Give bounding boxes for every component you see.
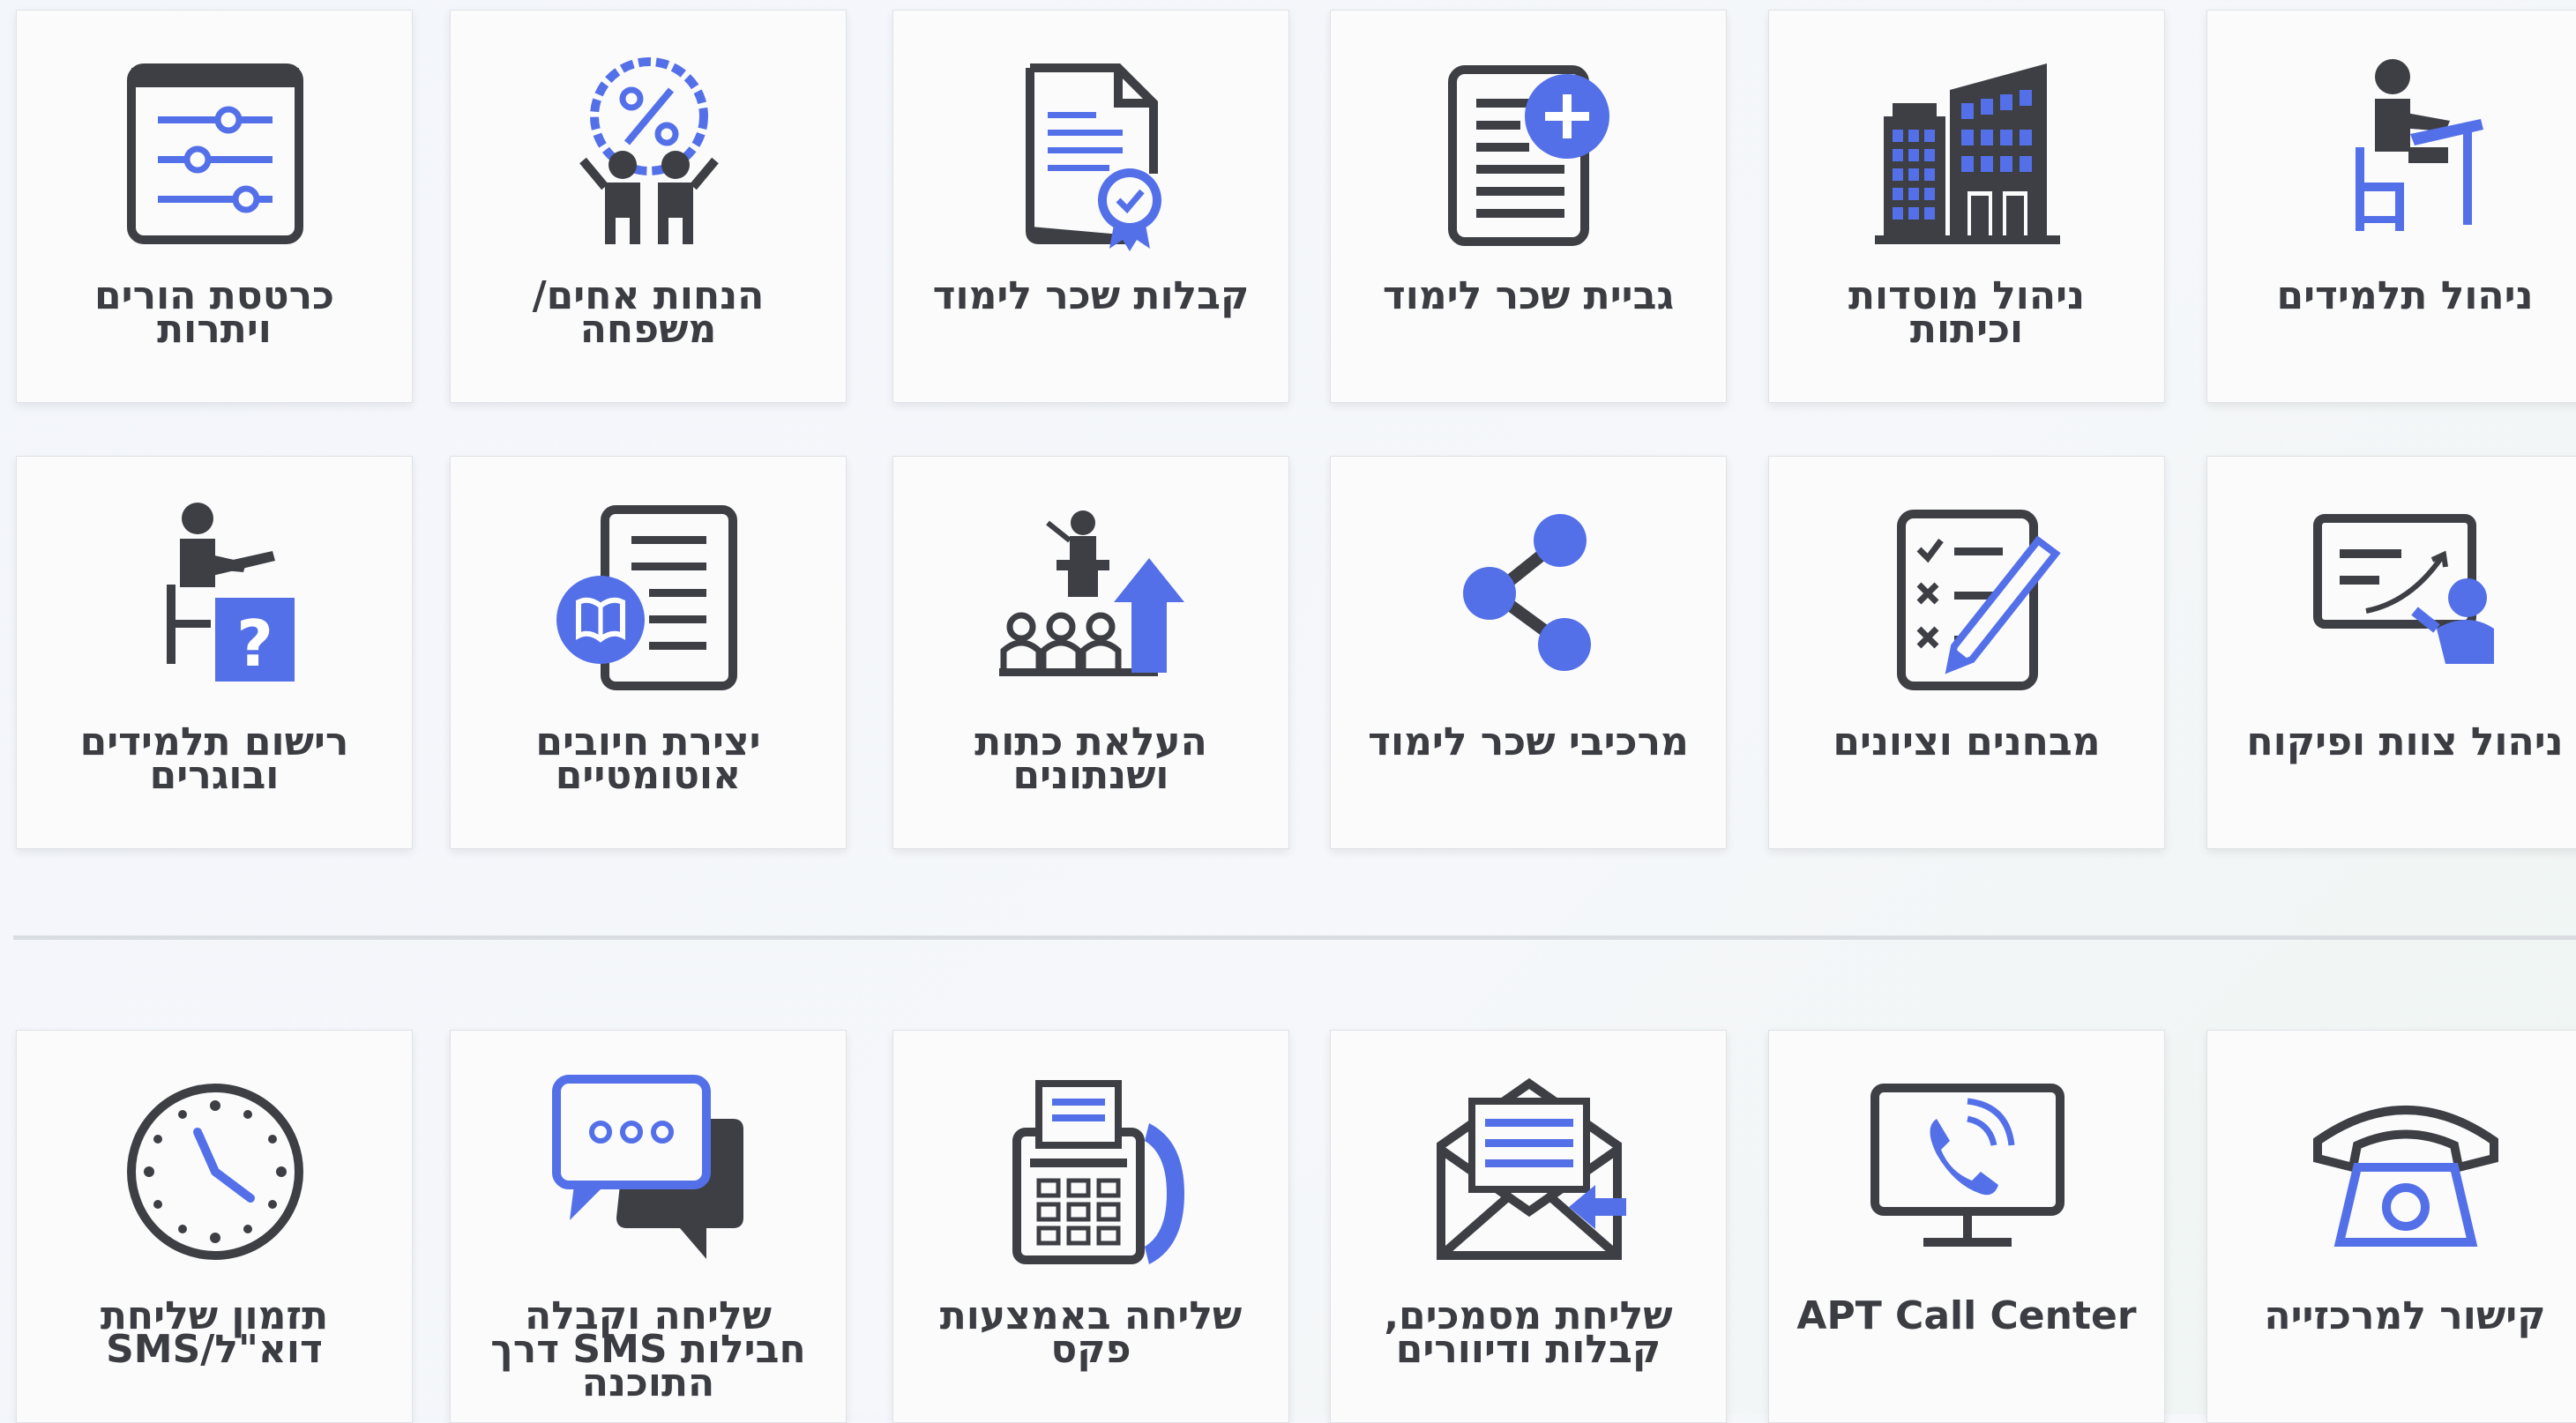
telephone-icon [2304,1070,2507,1273]
section-divider [13,935,2576,940]
card-send-documents[interactable]: שליחת מסמכים, קבלות ודיוורים [1330,1030,1727,1423]
card-label: מרכיבי שכר לימוד [1368,719,1689,764]
card-institutions-classes[interactable]: ניהול מוסדות וכיתות [1768,10,2165,403]
card-auto-charges[interactable]: יצירת חיובים אוטומטיים [450,456,847,849]
card-tuition-receipts[interactable]: קבלות שכר לימוד [892,10,1289,403]
card-parent-ledger[interactable]: כרטסת הורים ויתרות [16,10,413,403]
card-label: העלאת כתות ושנתונים [974,719,1207,798]
card-pbx-link[interactable]: קישור למרכזייה [2206,1030,2576,1423]
card-label: יצירת חיובים אוטומטיים [535,719,761,798]
classroom-up-arrow-icon [990,496,1193,699]
envelope-document-icon [1428,1070,1631,1273]
card-tuition-components[interactable]: מרכיבי שכר לימוד [1330,456,1727,849]
card-promote-classes[interactable]: העלאת כתות ושנתונים [892,456,1289,849]
student-desk-icon [2304,50,2507,253]
card-staff-management[interactable]: ניהול צוות ופיקוח [2206,456,2576,849]
card-label: קישור למרכזייה [2264,1293,2546,1338]
svg-text:?: ? [236,607,273,681]
card-label: שליחה וקבלה חבילות SMS דרך התוכנה [490,1293,806,1405]
share-icon [1428,496,1631,699]
card-label: רישום תלמידים ובוגרים [79,719,349,798]
settings-sliders-icon [114,50,317,253]
card-fax-sending[interactable]: שליחה באמצעות פקס [892,1030,1289,1423]
card-tuition-collection[interactable]: גביית שכר לימוד [1330,10,1727,403]
document-book-icon [548,496,750,699]
card-label: ניהול תלמידים [2276,273,2534,318]
card-tests-grades[interactable]: מבחנים וציונים [1768,456,2165,849]
card-student-management[interactable]: ניהול תלמידים [2206,10,2576,403]
card-label: גביית שכר לימוד [1382,273,1675,318]
card-label: שליחה באמצעות פקס [939,1293,1243,1372]
feature-grid: ניהול תלמידים ניהול מוסדות וכיתות גביית … [0,0,2576,1423]
card-family-discounts[interactable]: הנחות אחים/ משפחה [450,10,847,403]
card-label: כרטסת הורים ויתרות [94,273,334,352]
family-discount-icon [548,50,750,253]
card-sms-packages[interactable]: שליחה וקבלה חבילות SMS דרך התוכנה [450,1030,847,1423]
chat-bubbles-icon [548,1070,750,1273]
clock-icon [114,1070,317,1273]
card-call-center[interactable]: APT Call Center [1768,1030,2165,1423]
card-student-registration[interactable]: ? רישום תלמידים ובוגרים [16,456,413,849]
presentation-board-icon [2304,496,2507,699]
card-schedule-messages[interactable]: תזמון שליחת דוא"ל/SMS [16,1030,413,1423]
card-label: תזמון שליחת דוא"ל/SMS [100,1293,329,1372]
certificate-document-icon [990,50,1193,253]
fax-machine-icon [990,1070,1193,1273]
card-label: הנחות אחים/ משפחה [532,273,765,352]
card-label: APT Call Center [1796,1293,2137,1338]
card-label: מבחנים וציונים [1833,719,2101,764]
card-label: קבלות שכר לימוד [932,273,1250,318]
card-label: שליחת מסמכים, קבלות ודיוורים [1384,1293,1673,1372]
buildings-icon [1866,50,2069,253]
checklist-pencil-icon [1866,496,2069,699]
card-label: ניהול מוסדות וכיתות [1848,273,2086,352]
student-question-icon: ? [114,496,317,699]
monitor-phone-icon [1866,1070,2069,1273]
document-plus-icon [1428,50,1631,253]
card-label: ניהול צוות ופיקוח [2246,719,2564,764]
